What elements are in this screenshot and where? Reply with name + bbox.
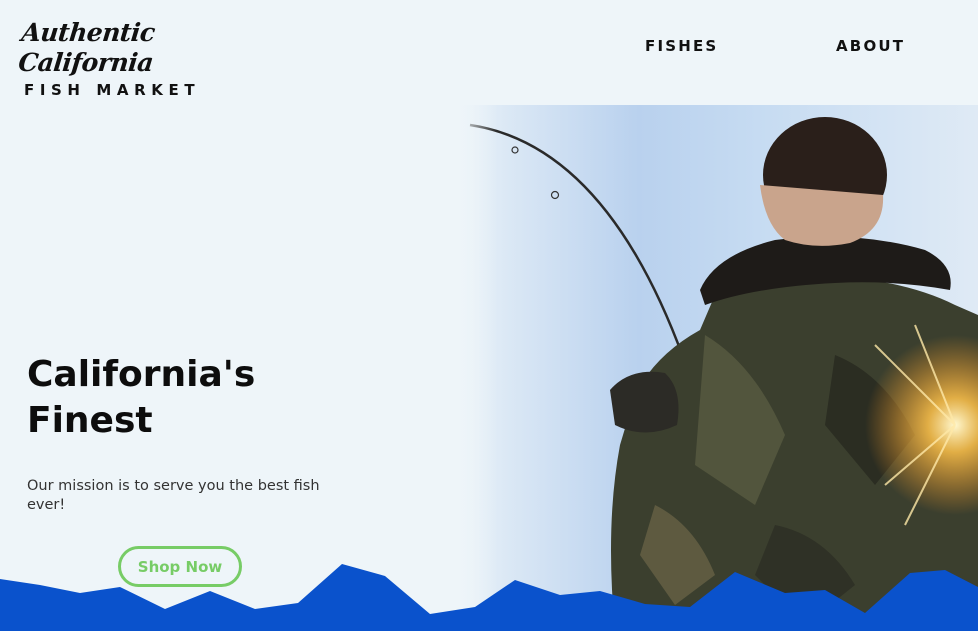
mountain-wave-divider	[0, 564, 978, 631]
logo-script-text: Authentic California	[16, 18, 157, 77]
hero-title-line-1: California's	[27, 354, 256, 395]
hero-title-line-2: Finest	[27, 400, 153, 441]
logo-sub-text: FISH MARKET	[24, 81, 201, 99]
brand-logo[interactable]: Authentic California FISH MARKET	[16, 18, 220, 99]
hero-title: California's Finest	[27, 352, 387, 444]
nav-link-about[interactable]: ABOUT	[836, 37, 905, 55]
nav-link-fishes[interactable]: FISHES	[645, 37, 718, 55]
hero-subtitle: Our mission is to serve you the best fis…	[27, 478, 320, 513]
